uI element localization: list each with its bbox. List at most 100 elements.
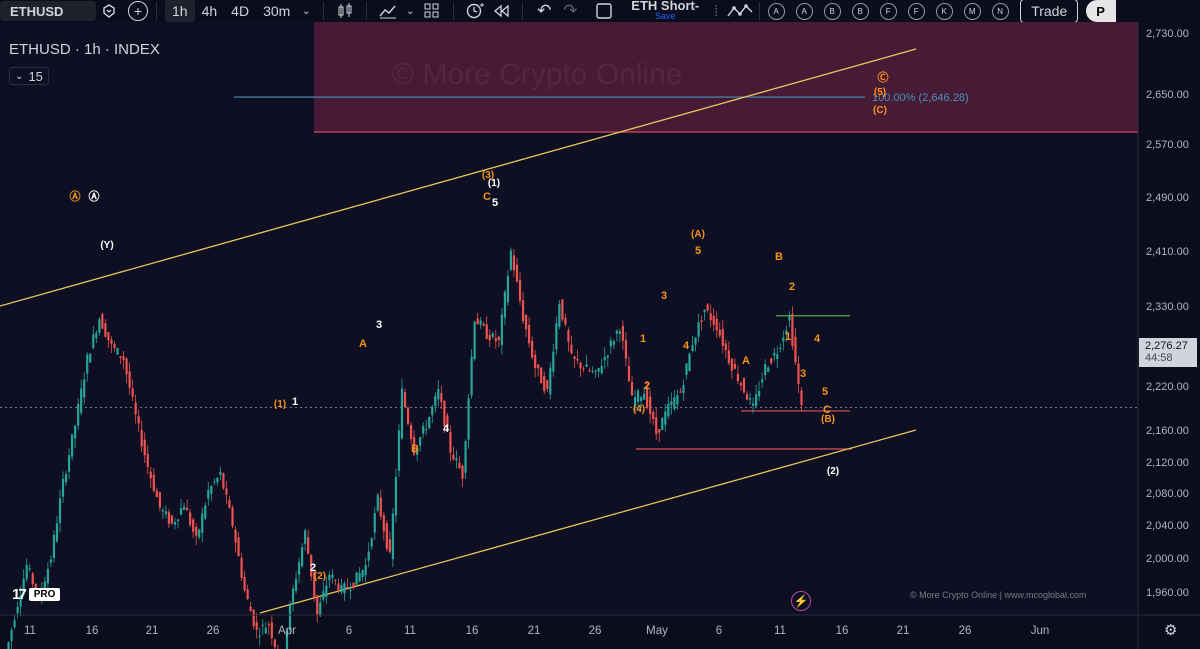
current-price-label: 2,276.27 44:58 [1139,338,1197,367]
interval-4h[interactable]: 4h [195,0,225,22]
candle-body [243,576,246,591]
undo-icon[interactable]: ↶ [531,0,557,22]
compare-add-icon[interactable]: + [128,1,148,21]
layout-save-label[interactable]: Save [655,11,676,22]
indicators-icon[interactable] [375,0,401,22]
candle-body [70,434,74,457]
tv-mark-icon: 17 [12,586,27,603]
time-axis[interactable]: 11 16 21 26 Apr 6 11 16 21 26 May 6 11 16 21 26 Jun [24,625,1049,637]
layouts-grid-icon[interactable] [419,0,445,22]
time-tick-label: 11 [404,625,416,637]
candle-body [89,353,92,363]
layout-name-button[interactable]: ETH Short- Save [631,0,699,22]
hotlist-k-button[interactable]: K [935,2,953,20]
hotlist-b-button[interactable]: B [823,2,841,20]
candle-body [788,316,791,321]
tradingview-logo[interactable]: 17 PRO [12,586,61,603]
wave-label: 1 [292,396,298,408]
interval-30m[interactable]: 30m [256,0,297,22]
ideas-wave-icon[interactable] [723,0,757,22]
alert-clock-icon[interactable] [462,0,488,22]
candle-body [237,537,240,557]
candle-body [61,478,65,497]
candle-body [346,586,349,588]
candle-body [685,363,688,375]
replay-icon[interactable] [488,0,514,22]
candle-body [270,622,273,639]
hotlist-a-button[interactable]: A [795,2,813,20]
profile-button[interactable]: P [1086,0,1117,22]
wave-label: Ⓐ [89,189,100,203]
lightning-icon[interactable]: ⚡ [791,591,811,611]
candle-body [25,565,28,580]
price-axis[interactable]: 2,730.00 2,650.00 2,570.00 2,490.00 2,410.00… [1146,28,1189,599]
candle-body [213,481,216,483]
hotlist-f-button[interactable]: F [907,2,925,20]
trade-button[interactable]: Trade [1020,0,1079,23]
hotlist-n-button[interactable]: N [991,2,1009,20]
candles-icon[interactable] [332,0,358,22]
redo-icon[interactable]: ↷ [557,0,583,22]
candle-body [328,574,331,581]
price-chart[interactable]: 100.00% (2,646.28) Ⓐ Ⓐ(Y)(3)(1)C 53A(1) 1B4… [0,22,1200,649]
candle-body [697,322,700,337]
wave-label: (4) [633,404,645,415]
candle-body [52,534,56,559]
candle-body [761,379,764,383]
candle-body [555,323,558,350]
indicators-toggle[interactable]: ⌄ 15 [9,67,49,85]
candle-body [116,348,119,355]
time-tick-label: 16 [86,625,99,637]
candle-body [77,404,80,426]
candle-body [146,453,149,468]
candle-body [403,392,407,408]
candle-body [98,319,101,333]
time-tick-label: 21 [528,625,541,637]
time-tick-label: 6 [716,625,722,637]
candle-body [567,330,570,342]
hotlist-m-button[interactable]: M [963,2,981,20]
symbol-search[interactable]: ETHUSD [0,1,96,21]
candle-body [322,591,325,600]
symbol-flag-icon[interactable] [98,0,120,22]
hotlist-b-button[interactable]: B [851,2,869,20]
toolbar-divider [759,2,761,20]
chart-legend-title[interactable]: ETHUSD · 1h · INDEX [9,41,160,58]
candle-body [198,529,201,538]
candle-body [391,513,395,560]
wave-label: Ⓒ [878,70,889,84]
hotlist-f-button[interactable]: F [879,2,897,20]
price-tick-label: 2,220.00 [1146,381,1189,393]
candle-body [186,507,189,511]
candle-body [455,458,458,461]
candle-body [497,336,500,341]
time-tick-label: 26 [959,625,972,637]
hotlist-a-button[interactable]: A [767,2,785,20]
candle-body [107,332,110,341]
interval-4d[interactable]: 4D [224,0,256,22]
chevron-down-icon[interactable]: ⌄ [401,0,419,22]
chevron-down-icon[interactable]: ⌄ [297,0,315,22]
wave-label: (1) [488,178,500,189]
wave-label: (B) [821,414,835,425]
wave-label: 3 [800,368,806,380]
candle-body [597,367,600,372]
interval-1h[interactable]: 1h [165,0,195,22]
candle-body [594,370,597,372]
candle-body [582,368,585,370]
toolbar-divider [156,2,157,20]
candle-body [182,506,186,510]
fullscreen-icon[interactable] [591,0,617,22]
wave-label: A [359,338,367,350]
candle-body [122,356,125,361]
candle-body [255,622,258,630]
candle-body [621,325,625,341]
candle-body [540,367,543,384]
candle-body [764,364,767,376]
price-tick-label: 2,120.00 [1146,457,1189,469]
gear-icon[interactable]: ⚙ [1164,621,1177,639]
candle-body [630,382,634,396]
candle-body [724,343,727,351]
candle-body [458,462,461,469]
drag-handle-icon[interactable]: ⁞ [709,0,723,22]
